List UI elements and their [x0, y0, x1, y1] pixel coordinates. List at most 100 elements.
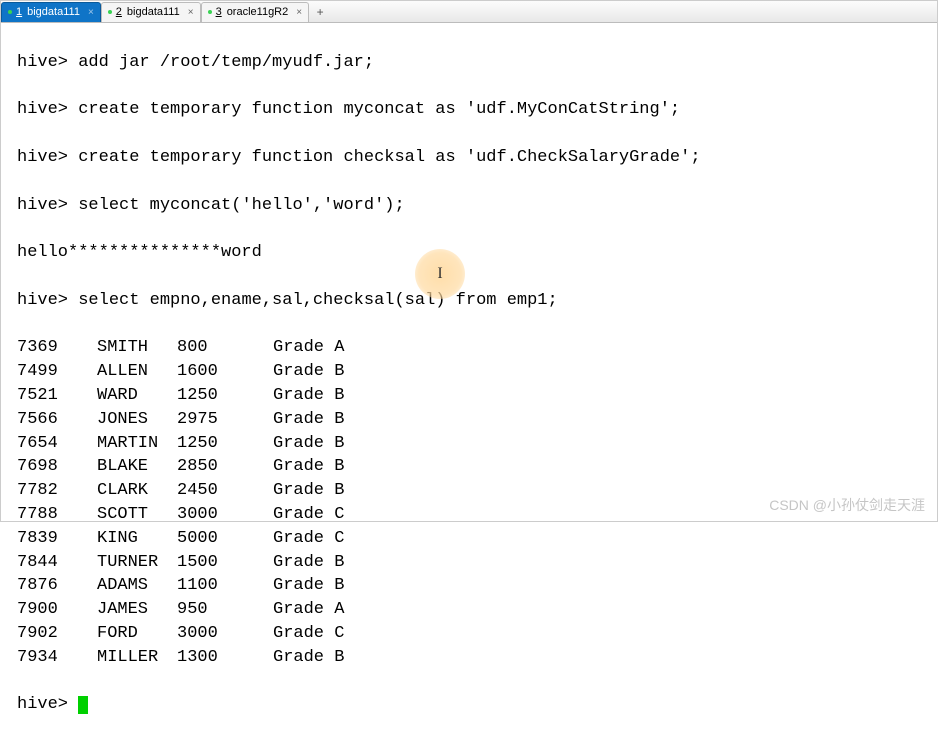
cell-grade: Grade B [273, 432, 344, 456]
table-row: 7934MILLER1300Grade B [17, 646, 925, 670]
cell-empno: 7788 [17, 503, 97, 527]
cell-grade: Grade B [273, 574, 344, 598]
cell-grade: Grade B [273, 455, 344, 479]
cell-grade: Grade A [273, 336, 344, 360]
watermark-text: CSDN @小孙仗剑走天涯 [769, 495, 925, 515]
close-icon[interactable]: × [188, 7, 194, 18]
tab-label: bigdata111 [127, 6, 180, 18]
hive-prompt: hive> [17, 196, 68, 215]
cell-grade: Grade C [273, 503, 344, 527]
cell-grade: Grade C [273, 527, 344, 551]
tab-bigdata111-1[interactable]: 1 bigdata111 × [1, 2, 101, 22]
cell-sal: 5000 [177, 527, 273, 551]
tab-bigdata111-2[interactable]: 2 bigdata111 × [101, 2, 201, 22]
cell-ename: FORD [97, 622, 177, 646]
cell-ename: ADAMS [97, 574, 177, 598]
cell-ename: BLAKE [97, 455, 177, 479]
tab-bar: 1 bigdata111 × 2 bigdata111 × 3 oracle11… [1, 1, 937, 23]
status-dot-icon [208, 10, 212, 14]
cell-sal: 2450 [177, 479, 273, 503]
tab-oracle11gr2[interactable]: 3 oracle11gR2 × [201, 2, 310, 22]
table-row: 7369SMITH800Grade A [17, 336, 925, 360]
output-line: hello***************word [17, 241, 925, 265]
cell-empno: 7521 [17, 384, 97, 408]
cell-sal: 1500 [177, 551, 273, 575]
cell-sal: 3000 [177, 503, 273, 527]
table-row: 7900JAMES950Grade A [17, 598, 925, 622]
cell-sal: 1600 [177, 360, 273, 384]
tab-accelerator: 2 [116, 6, 122, 18]
cell-empno: 7844 [17, 551, 97, 575]
tab-label: oracle11gR2 [227, 6, 289, 18]
cell-ename: SCOTT [97, 503, 177, 527]
tab-accelerator: 3 [216, 6, 222, 18]
table-row: 7654MARTIN1250Grade B [17, 432, 925, 456]
cell-empno: 7902 [17, 622, 97, 646]
cell-sal: 2975 [177, 408, 273, 432]
cell-ename: TURNER [97, 551, 177, 575]
tab-label: bigdata111 [27, 6, 80, 18]
add-tab-button[interactable]: + [311, 3, 329, 21]
table-row: 7499ALLEN1600Grade B [17, 360, 925, 384]
cell-grade: Grade B [273, 384, 344, 408]
hive-prompt: hive> [17, 100, 68, 119]
cell-empno: 7876 [17, 574, 97, 598]
cell-sal: 1250 [177, 432, 273, 456]
table-row: 7566JONES2975Grade B [17, 408, 925, 432]
cell-empno: 7566 [17, 408, 97, 432]
cell-empno: 7499 [17, 360, 97, 384]
cell-empno: 7698 [17, 455, 97, 479]
cell-sal: 800 [177, 336, 273, 360]
hive-prompt: hive> [17, 695, 68, 714]
hive-prompt: hive> [17, 53, 68, 72]
table-row: 7839KING5000Grade C [17, 527, 925, 551]
cell-ename: KING [97, 527, 177, 551]
table-row: 7902FORD3000Grade C [17, 622, 925, 646]
cell-empno: 7934 [17, 646, 97, 670]
cell-ename: MILLER [97, 646, 177, 670]
terminal-output[interactable]: hive> add jar /root/temp/myudf.jar; hive… [1, 23, 937, 745]
cell-empno: 7839 [17, 527, 97, 551]
cell-sal: 2850 [177, 455, 273, 479]
hive-prompt: hive> [17, 148, 68, 167]
cell-sal: 1250 [177, 384, 273, 408]
cell-ename: ALLEN [97, 360, 177, 384]
cell-ename: CLARK [97, 479, 177, 503]
table-row: 7698BLAKE2850Grade B [17, 455, 925, 479]
cell-empno: 7369 [17, 336, 97, 360]
cell-grade: Grade B [273, 360, 344, 384]
status-dot-icon [108, 10, 112, 14]
cursor-icon [78, 696, 88, 714]
command-text: create temporary function checksal as 'u… [78, 148, 700, 167]
cell-empno: 7782 [17, 479, 97, 503]
command-text: select myconcat('hello','word'); [78, 196, 404, 215]
cell-ename: JONES [97, 408, 177, 432]
command-text: create temporary function myconcat as 'u… [78, 100, 680, 119]
table-row: 7876ADAMS1100Grade B [17, 574, 925, 598]
command-text: add jar /root/temp/myudf.jar; [78, 53, 374, 72]
cell-ename: MARTIN [97, 432, 177, 456]
command-text: select empno,ename,sal,checksal(sal) fro… [78, 291, 557, 310]
cell-empno: 7900 [17, 598, 97, 622]
cell-grade: Grade B [273, 479, 344, 503]
cell-ename: WARD [97, 384, 177, 408]
cell-sal: 950 [177, 598, 273, 622]
cell-grade: Grade B [273, 551, 344, 575]
hive-prompt: hive> [17, 291, 68, 310]
close-icon[interactable]: × [88, 7, 94, 18]
cell-grade: Grade B [273, 646, 344, 670]
cell-sal: 1300 [177, 646, 273, 670]
cell-ename: JAMES [97, 598, 177, 622]
cell-sal: 1100 [177, 574, 273, 598]
cell-grade: Grade A [273, 598, 344, 622]
cell-ename: SMITH [97, 336, 177, 360]
tab-accelerator: 1 [16, 6, 22, 18]
cell-empno: 7654 [17, 432, 97, 456]
cell-sal: 3000 [177, 622, 273, 646]
cell-grade: Grade B [273, 408, 344, 432]
table-row: 7521WARD1250Grade B [17, 384, 925, 408]
status-dot-icon [8, 10, 12, 14]
cell-grade: Grade C [273, 622, 344, 646]
close-icon[interactable]: × [296, 7, 302, 18]
table-row: 7844TURNER1500Grade B [17, 551, 925, 575]
